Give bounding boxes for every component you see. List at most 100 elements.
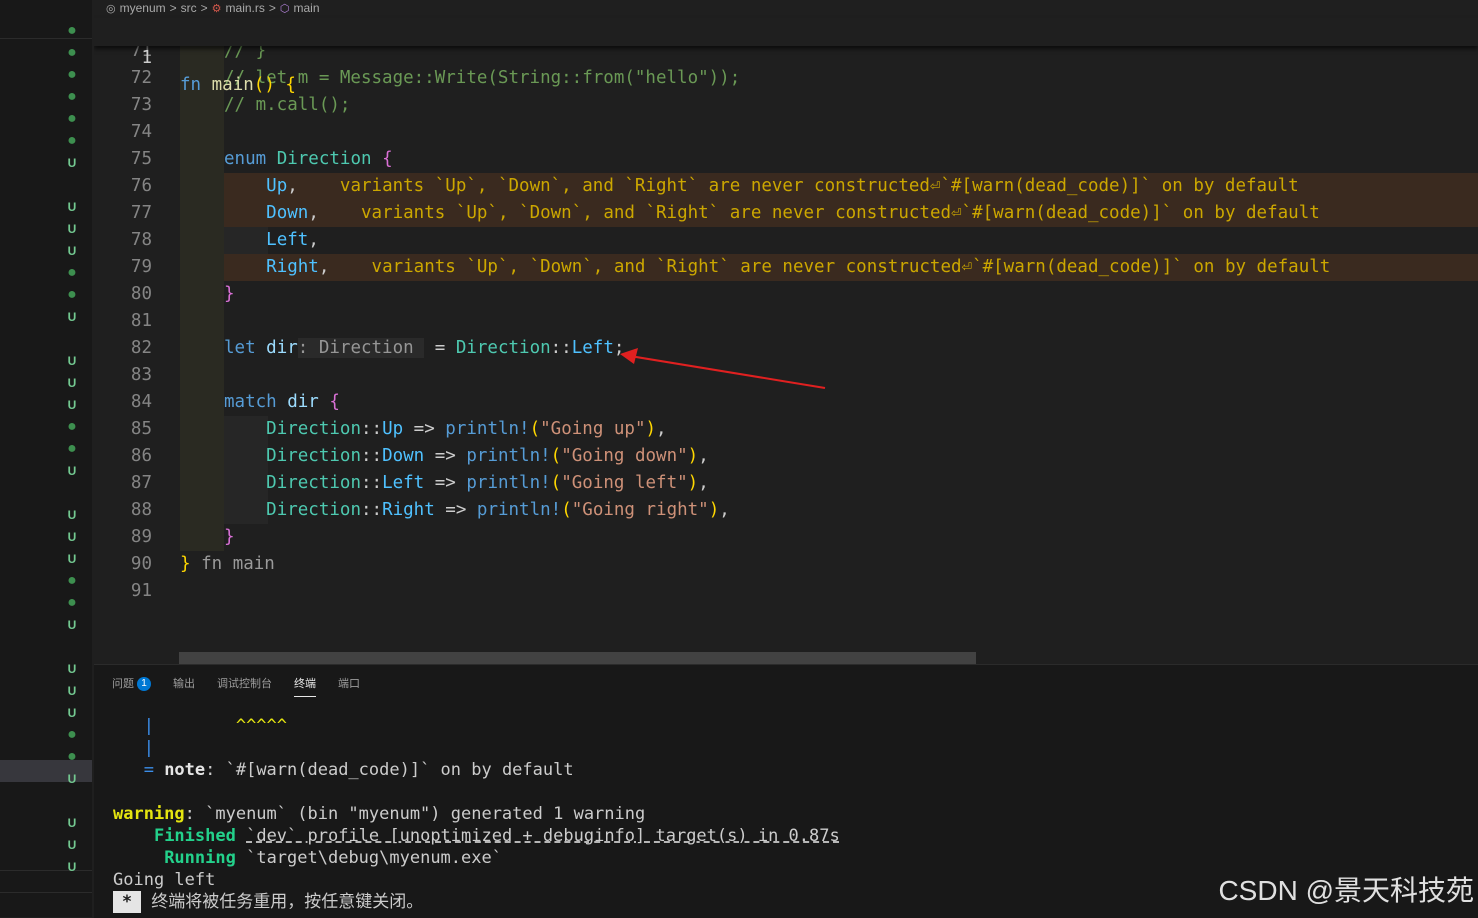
- terminal-close-message: 终端将被任务重用，按任意键关闭。: [151, 892, 424, 912]
- breadcrumb-file[interactable]: main.rs: [226, 1, 265, 15]
- code-line[interactable]: 89}: [94, 524, 1478, 551]
- indent-guide: [180, 200, 224, 227]
- horizontal-scrollbar[interactable]: [179, 652, 976, 664]
- code-line[interactable]: 72// let m = Message::Write(String::from…: [94, 65, 1478, 92]
- task-star-icon: *: [113, 891, 141, 913]
- tab-debug-console[interactable]: 调试控制台: [217, 673, 272, 695]
- code-line[interactable]: 88 Direction::Right => println!("Going r…: [94, 497, 1478, 524]
- indent-guide: [180, 119, 224, 146]
- breadcrumb-folder[interactable]: src: [181, 1, 197, 15]
- code-text: enum Direction {: [224, 149, 393, 169]
- line-number: 84: [130, 392, 152, 412]
- code-text: }: [224, 527, 235, 547]
- sticky-scroll-header[interactable]: 1 fn main() {: [94, 18, 1478, 95]
- code-line[interactable]: 90 } fn main: [94, 551, 1478, 578]
- line-number: 88: [130, 500, 152, 520]
- tab-ports[interactable]: 端口: [338, 673, 360, 695]
- warning-text: : `myenum` (bin "myenum") generated 1 wa…: [184, 804, 646, 824]
- chevron-right-icon: >: [169, 1, 177, 15]
- modified-dot-icon: ●: [67, 440, 77, 457]
- code-line[interactable]: 78 Left,: [94, 227, 1478, 254]
- indent-guide: [180, 362, 224, 389]
- watermark: CSDN @景天科技苑: [1218, 875, 1474, 906]
- modified-dot-icon: ●: [67, 110, 77, 127]
- line-number: 79: [130, 257, 152, 277]
- annotation-arrow: [620, 348, 826, 389]
- line-number: 76: [130, 176, 152, 196]
- code-text: Down, variants `Up`, `Down`, and `Right`…: [266, 203, 1320, 223]
- code-line[interactable]: 86 Direction::Down => println!("Going do…: [94, 443, 1478, 470]
- code-text: let dir: Direction = Direction::Left;: [224, 338, 625, 358]
- untracked-marker: U: [67, 816, 77, 830]
- caret-marker: ^^^^^: [235, 716, 288, 736]
- untracked-marker: U: [67, 200, 77, 214]
- chevron-right-icon: >: [268, 1, 276, 15]
- indent-guide: [180, 470, 224, 497]
- note-label: note: [164, 760, 206, 780]
- tab-label: 调试控制台: [217, 678, 272, 690]
- code-text: Right, variants `Up`, `Down`, and `Right…: [266, 257, 1331, 277]
- panel-tabs: 问题 1 输出 调试控制台 终端 端口: [112, 673, 360, 697]
- line-number: 86: [130, 446, 152, 466]
- line-number: 90: [130, 554, 152, 574]
- untracked-marker: U: [67, 684, 77, 698]
- finished-text[interactable]: `dev` profile [unoptimized + debuginfo] …: [246, 826, 840, 846]
- program-output: Going left: [113, 870, 216, 890]
- code-text: // let m = Message::Write(String::from("…: [224, 68, 741, 88]
- code-line[interactable]: 81: [94, 308, 1478, 335]
- code-line[interactable]: 85 Direction::Up => println!("Going up")…: [94, 416, 1478, 443]
- modified-dot-icon: ●: [67, 726, 77, 743]
- indent-guide: [180, 254, 224, 281]
- modified-dot-icon: ●: [67, 44, 77, 61]
- code-text: Left,: [266, 230, 319, 250]
- indent-guide: [180, 416, 224, 443]
- tab-problems[interactable]: 问题 1: [112, 673, 151, 695]
- untracked-marker: U: [67, 244, 77, 258]
- code-text: Direction::Down => println!("Going down"…: [266, 446, 709, 466]
- code-line[interactable]: 80}: [94, 281, 1478, 308]
- code-text: Up, variants `Up`, `Down`, and `Right` a…: [266, 176, 1299, 196]
- code-line[interactable]: 77 Down, variants `Up`, `Down`, and `Rig…: [94, 200, 1478, 227]
- code-text: Direction::Left => println!("Going left"…: [266, 473, 709, 493]
- modified-dot-icon: ●: [67, 594, 77, 611]
- line-number: 83: [130, 365, 152, 385]
- breadcrumb: ◎ myenum > src > ⚙ main.rs > ⬡ main: [106, 0, 320, 16]
- warning-label: warning: [113, 804, 185, 824]
- code-editor[interactable]: ◎ myenum > src > ⚙ main.rs > ⬡ main 1 fn…: [94, 0, 1478, 664]
- indent-guide: [180, 389, 224, 416]
- code-line[interactable]: 76 Up, variants `Up`, `Down`, and `Right…: [94, 173, 1478, 200]
- untracked-marker: U: [67, 530, 77, 544]
- indent-guide: [180, 497, 224, 524]
- code-line[interactable]: 79 Right, variants `Up`, `Down`, and `Ri…: [94, 254, 1478, 281]
- indent-guide: [180, 146, 224, 173]
- untracked-marker: U: [67, 772, 77, 786]
- breadcrumb-symbol[interactable]: main: [294, 1, 320, 15]
- folder-icon: ◎: [106, 2, 116, 15]
- code-text: Direction::Up => println!("Going up"),: [266, 419, 667, 439]
- code-line[interactable]: 74: [94, 119, 1478, 146]
- indent-guide: [180, 281, 224, 308]
- untracked-marker: U: [67, 156, 77, 170]
- tab-terminal[interactable]: 终端: [294, 673, 316, 697]
- line-number: 75: [130, 149, 152, 169]
- indent-guide: [180, 335, 224, 362]
- modified-dot-icon: ●: [67, 132, 77, 149]
- untracked-marker: U: [67, 310, 77, 324]
- modified-dot-icon: ●: [67, 286, 77, 303]
- running-text: `target\debug\myenum.exe`: [246, 848, 502, 868]
- line-number: 82: [130, 338, 152, 358]
- modified-dot-icon: ●: [67, 264, 77, 281]
- cube-icon: ⬡: [279, 2, 290, 15]
- code-text: match dir {: [224, 392, 340, 412]
- code-text: } fn main: [180, 554, 275, 574]
- untracked-marker: U: [67, 354, 77, 368]
- code-line[interactable]: 87 Direction::Left => println!("Going le…: [94, 470, 1478, 497]
- tab-output[interactable]: 输出: [173, 673, 195, 695]
- explorer-divider: [0, 892, 92, 893]
- tab-label: 输出: [173, 678, 195, 690]
- code-line[interactable]: 75 enum Direction {: [94, 146, 1478, 173]
- breadcrumb-project[interactable]: myenum: [120, 1, 166, 15]
- code-line[interactable]: 91: [94, 578, 1478, 605]
- tab-label: 端口: [338, 678, 360, 690]
- code-line[interactable]: 73// m.call();: [94, 92, 1478, 119]
